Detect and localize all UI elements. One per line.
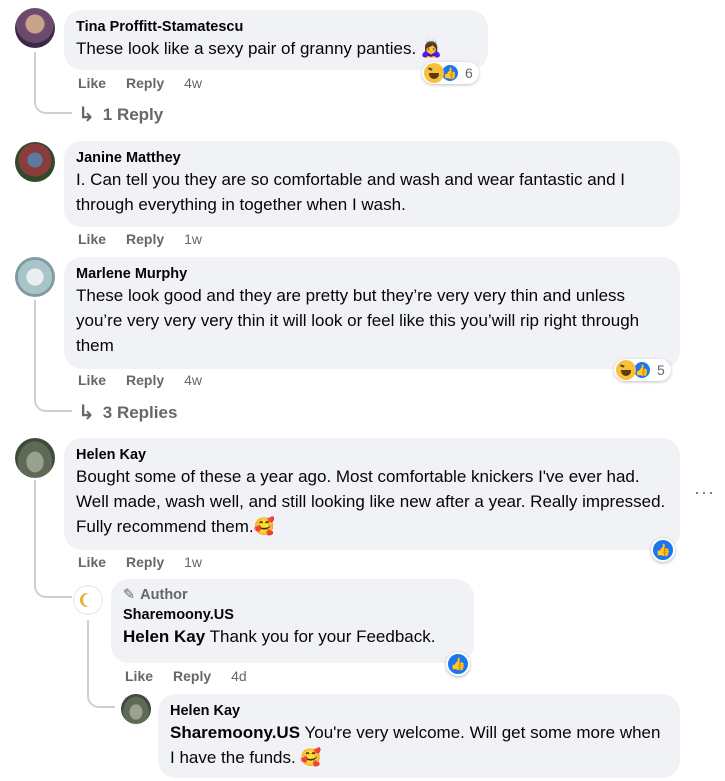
comment-author[interactable]: Janine Matthey [76,149,668,167]
view-replies-link[interactable]: ↳ 1 Reply [78,102,163,127]
comment-text: These look like a sexy pair of granny pa… [76,39,443,58]
comment-text: Sharemoony.US You're very welcome. Will … [170,720,668,770]
reply-button[interactable]: Reply [173,668,211,684]
comment-text: These look good and they are pretty but … [76,286,640,355]
comment-author[interactable]: Helen Kay [76,446,668,464]
crescent-logo-icon [83,593,97,607]
more-options-button[interactable]: ··· [694,482,715,503]
like-button[interactable]: Like [78,554,106,570]
pencil-icon: ✎ [123,587,136,603]
reaction-summary[interactable]: 👍 5 [614,359,671,381]
view-replies-link[interactable]: ↳ 3 Replies [78,400,177,425]
reply-arrow-icon: ↳ [78,402,95,424]
thread-line [34,52,72,114]
timestamp[interactable]: 1w [184,231,202,247]
reply-button[interactable]: Reply [126,231,164,247]
avatar[interactable] [121,694,151,724]
reaction-summary[interactable]: 👍 6 [422,62,479,84]
timestamp[interactable]: 4d [231,668,247,684]
avatar[interactable] [15,257,55,297]
like-reaction-icon[interactable]: 👍 [651,538,675,562]
timestamp[interactable]: 4w [184,75,202,91]
comment-author[interactable]: Helen Kay [170,702,668,720]
reply-bubble: ✎ Author Sharemoony.US Helen Kay Thank y… [111,579,474,663]
timestamp[interactable]: 4w [184,372,202,388]
comment-author[interactable]: Tina Proffitt-Stamatescu [76,18,476,36]
reply-body: Thank you for your Feedback. [205,627,436,646]
comment-bubble: Helen Kay Bought some of these a year ag… [64,438,680,550]
like-button[interactable]: Like [125,668,153,684]
haha-icon [424,63,444,83]
comment-actions: Like Reply 4w [78,372,202,388]
reply-button[interactable]: Reply [126,372,164,388]
avatar[interactable] [15,8,55,48]
mention-tag[interactable]: Sharemoony.US [170,723,300,742]
comment-bubble: Tina Proffitt-Stamatescu These look like… [64,10,488,70]
reply-bubble: Helen Kay Sharemoony.US You're very welc… [158,694,680,778]
comment-actions: Like Reply 1w [78,231,202,247]
reaction-count: 5 [657,362,665,378]
mention-tag[interactable]: Helen Kay [123,627,205,646]
reply-button[interactable]: Reply [126,75,164,91]
comment-actions: Like Reply 4d [125,668,247,684]
comment-bubble: Janine Matthey I. Can tell you they are … [64,141,680,227]
avatar[interactable] [15,142,55,182]
haha-icon [616,360,636,380]
comment-text: I. Can tell you they are so comfortable … [76,170,626,214]
reply-button[interactable]: Reply [126,554,164,570]
like-button[interactable]: Like [78,75,106,91]
author-badge: ✎ Author [123,587,462,603]
like-button[interactable]: Like [78,372,106,388]
replies-count-label: 3 Replies [102,402,178,422]
like-button[interactable]: Like [78,231,106,247]
thread-line [34,300,72,412]
replies-count-label: 1 Reply [102,104,164,124]
author-badge-label: Author [140,587,188,603]
avatar[interactable] [15,438,55,478]
thread-line [87,670,115,708]
comment-text: Bought some of these a year ago. Most co… [76,467,666,536]
comment-actions: Like Reply 4w [78,75,202,91]
thread-line [34,480,72,598]
comment-author[interactable]: Sharemoony.US [123,606,462,624]
reaction-count: 6 [465,65,473,81]
timestamp[interactable]: 1w [184,554,202,570]
reply-arrow-icon: ↳ [78,104,95,126]
comment-author[interactable]: Marlene Murphy [76,265,668,283]
page-logo-avatar[interactable] [73,585,103,615]
comment-actions: Like Reply 1w [78,554,202,570]
comment-text: Helen Kay Thank you for your Feedback. [123,624,462,649]
like-reaction-icon[interactable]: 👍 [446,652,470,676]
comment-bubble: Marlene Murphy These look good and they … [64,257,680,369]
